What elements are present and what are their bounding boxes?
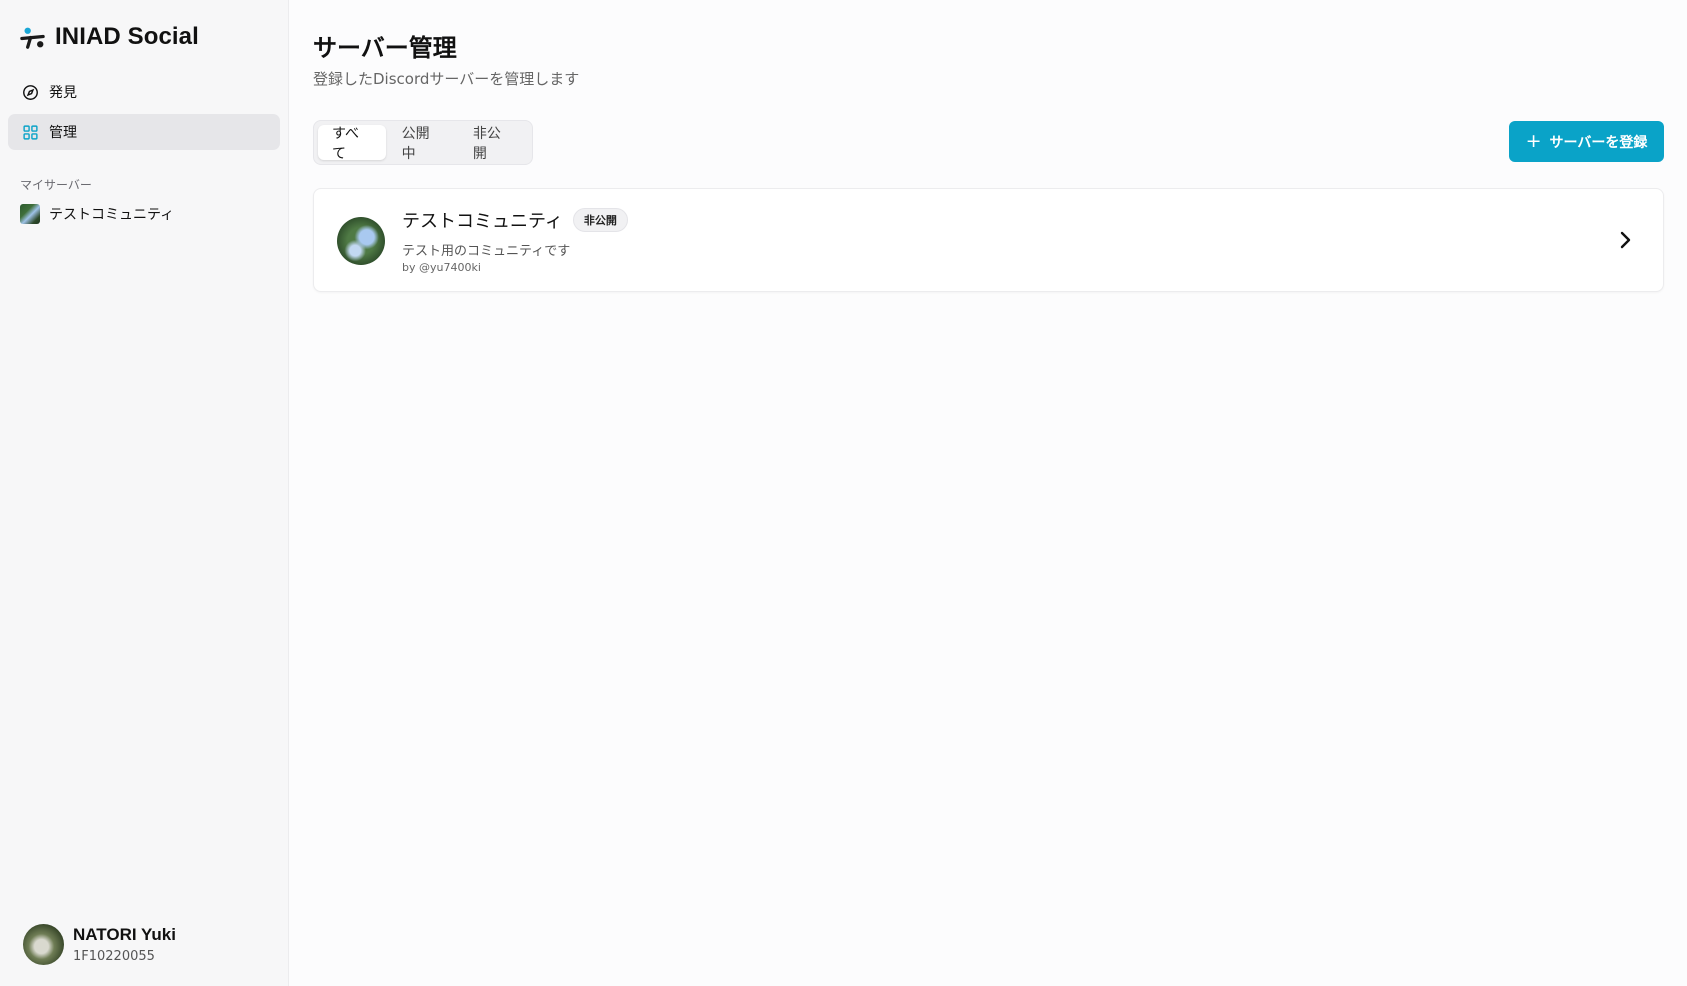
server-thumbnail [20,204,40,224]
server-avatar [337,217,385,265]
register-server-label: サーバーを登録 [1549,134,1648,151]
server-card[interactable]: テストコミュニティ 非公開 テスト用のコミュニティです by @yu7400ki [313,188,1664,292]
server-name: テストコミュニティ [402,211,563,232]
brand[interactable]: INIAD Social [19,20,199,54]
filter-tabs: すべて 公開中 非公開 [313,120,533,165]
user-profile[interactable]: NATORI Yuki 1F10220055 [23,924,176,965]
status-badge: 非公開 [572,208,628,232]
sidebar: INIAD Social 発見 管理 マイサーバー テストコミュニティ NATO… [0,0,289,986]
server-description: テスト用のコミュニティです [402,244,571,259]
page-subtitle: 登録したDiscordサーバーを管理します [313,70,580,88]
tab-all[interactable]: すべて [318,125,386,162]
avatar [23,924,64,965]
compass-icon [23,84,38,100]
nav-item-discover[interactable]: 発見 [8,74,280,110]
server-owner: by @yu7400ki [402,261,481,274]
nav-item-manage[interactable]: 管理 [8,114,280,150]
sidebar-server-item[interactable]: テストコミュニティ [20,202,174,226]
grid-icon [23,124,38,140]
user-name: NATORI Yuki [73,925,176,944]
tab-private[interactable]: 非公開 [459,125,528,162]
sidebar-server-name: テストコミュニティ [49,207,175,223]
user-id: 1F10220055 [73,949,155,964]
register-server-button[interactable]: + サーバーを登録 [1509,121,1664,162]
my-servers-heading: マイサーバー [20,178,92,192]
page-title: サーバー管理 [313,34,457,62]
nav-item-discover-label: 発見 [49,85,77,101]
tab-public[interactable]: 公開中 [388,125,457,162]
chevron-right-icon[interactable] [1615,229,1635,251]
iniad-logo-icon [20,27,45,49]
nav-item-manage-label: 管理 [49,125,77,141]
main-content: サーバー管理 登録したDiscordサーバーを管理します すべて 公開中 非公開… [290,0,1687,986]
plus-icon: + [1525,130,1542,152]
brand-name: INIAD Social [55,23,199,50]
